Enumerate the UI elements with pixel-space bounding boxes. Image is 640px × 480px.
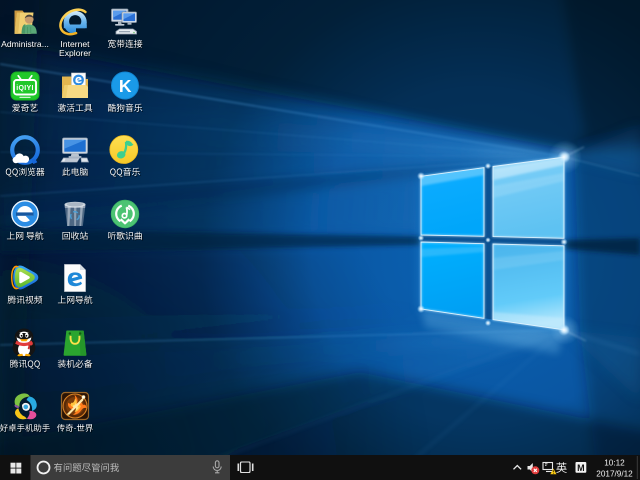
svg-text:iQIYI: iQIYI [16, 85, 33, 92]
svg-text:Administra...: Administra... [1, 39, 49, 49]
svg-text:10:12: 10:12 [604, 458, 625, 467]
svg-text:M: M [577, 463, 585, 473]
svg-text:K: K [119, 76, 132, 96]
svg-text:Explorer: Explorer [59, 48, 91, 58]
svg-text:2017/9/12: 2017/9/12 [596, 469, 633, 478]
